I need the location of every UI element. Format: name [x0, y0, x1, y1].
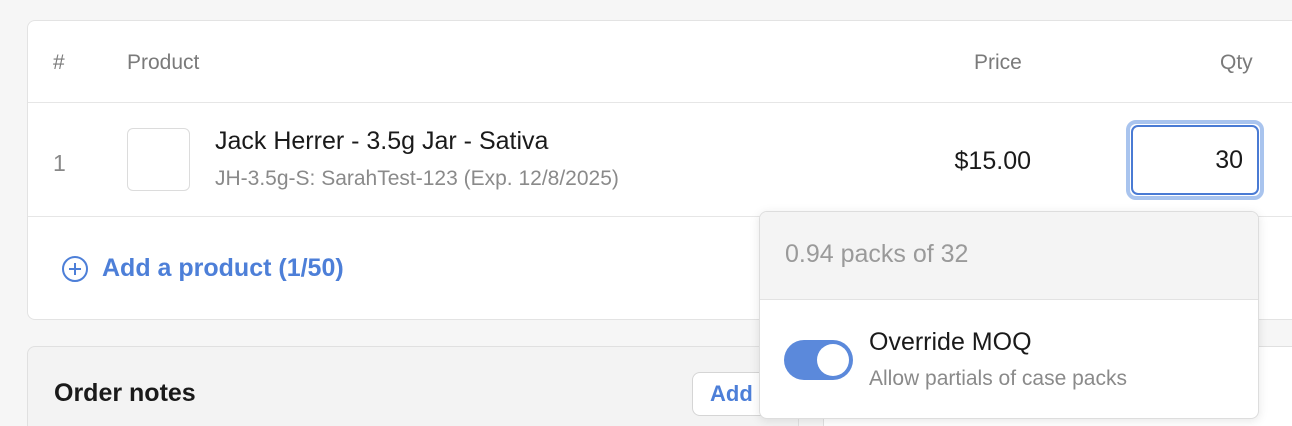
table-header: # Product Price Qty — [28, 21, 1292, 103]
header-qty: Qty — [1220, 51, 1253, 74]
toggle-knob — [817, 344, 849, 376]
product-thumbnail — [127, 128, 190, 191]
product-price: $15.00 — [954, 147, 1031, 175]
override-moq-subtitle: Allow partials of case packs — [869, 367, 1127, 390]
header-number: # — [53, 51, 65, 74]
qty-input[interactable] — [1131, 125, 1259, 195]
add-product-label: Add a product (1/50) — [102, 254, 344, 282]
order-notes-title: Order notes — [54, 379, 196, 407]
order-notes-card: Order notes Add — [27, 346, 799, 426]
product-name: Jack Herrer - 3.5g Jar - Sativa — [215, 127, 549, 155]
packs-info: 0.94 packs of 32 — [760, 212, 1258, 300]
moq-popover: 0.94 packs of 32 Override MOQ Allow part… — [759, 211, 1259, 419]
header-product: Product — [127, 51, 200, 74]
row-index: 1 — [53, 150, 66, 176]
add-product-button[interactable]: Add a product (1/50) — [62, 254, 344, 283]
qty-focus-ring — [1126, 120, 1264, 200]
override-moq-title: Override MOQ — [869, 328, 1032, 356]
override-moq-toggle[interactable] — [784, 340, 853, 380]
header-price: Price — [974, 51, 1022, 74]
product-sku-batch: JH-3.5g-S: SarahTest-123 (Exp. 12/8/2025… — [215, 167, 619, 190]
packs-text: 0.94 packs of 32 — [785, 240, 969, 268]
table-row: 1 Jack Herrer - 3.5g Jar - Sativa JH-3.5… — [28, 103, 1292, 217]
plus-circle-icon — [62, 255, 88, 282]
